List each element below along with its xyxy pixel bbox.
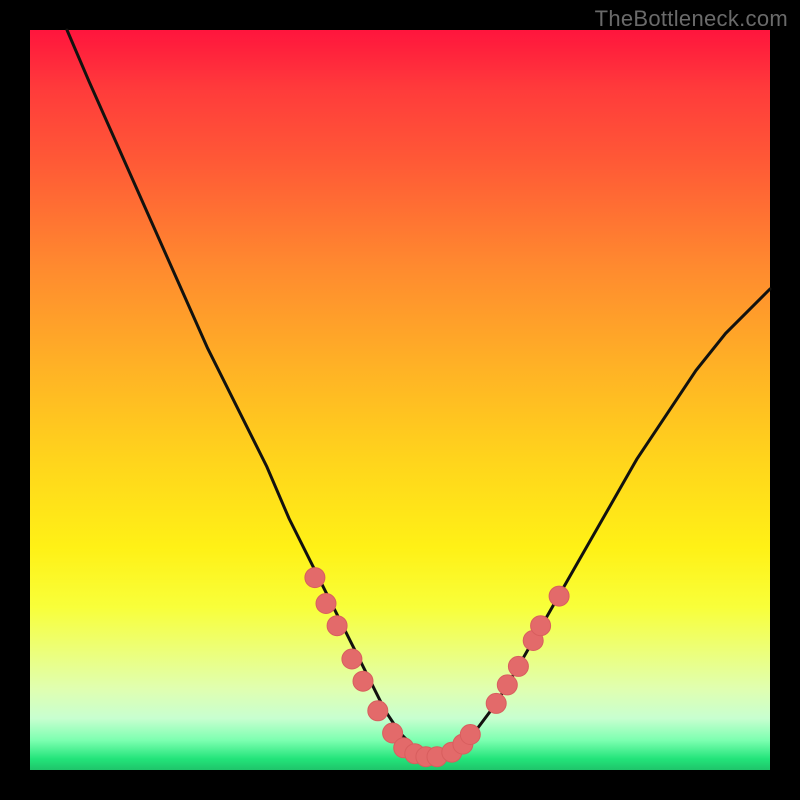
marker-dot <box>327 616 347 636</box>
plot-area <box>30 30 770 770</box>
marker-dot <box>508 656 528 676</box>
marker-dot <box>342 649 362 669</box>
marker-dot <box>549 586 569 606</box>
chart-svg <box>30 30 770 770</box>
marker-dot <box>305 568 325 588</box>
data-markers <box>305 568 569 767</box>
marker-dot <box>460 725 480 745</box>
watermark-text: TheBottleneck.com <box>595 6 788 32</box>
marker-dot <box>486 693 506 713</box>
outer-frame: TheBottleneck.com <box>0 0 800 800</box>
bottleneck-curve <box>67 30 770 755</box>
marker-dot <box>531 616 551 636</box>
marker-dot <box>368 701 388 721</box>
marker-dot <box>497 675 517 695</box>
marker-dot <box>316 594 336 614</box>
marker-dot <box>353 671 373 691</box>
curve-line <box>67 30 770 755</box>
